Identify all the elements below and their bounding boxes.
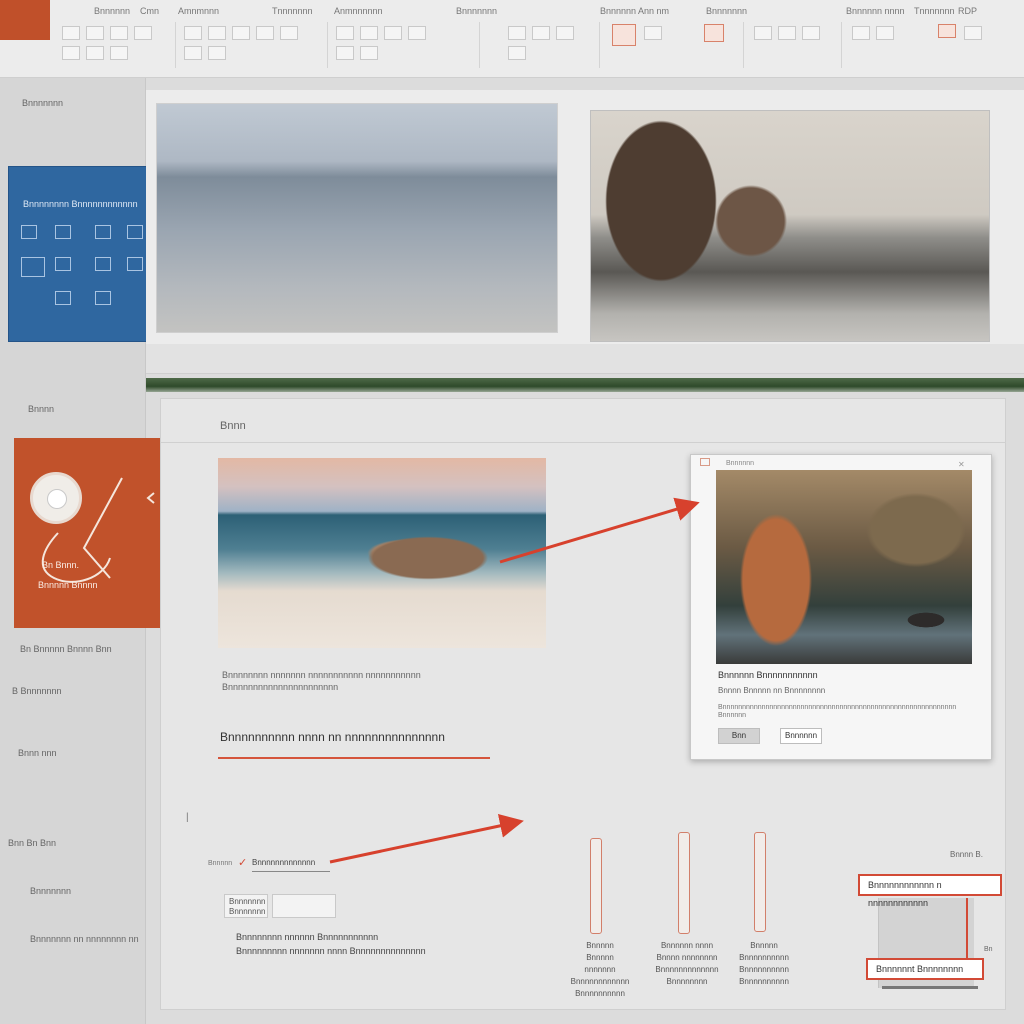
arrow-to-sliders bbox=[329, 814, 524, 864]
annotation-arrows bbox=[329, 497, 700, 864]
arrow-to-dialog bbox=[499, 497, 700, 564]
